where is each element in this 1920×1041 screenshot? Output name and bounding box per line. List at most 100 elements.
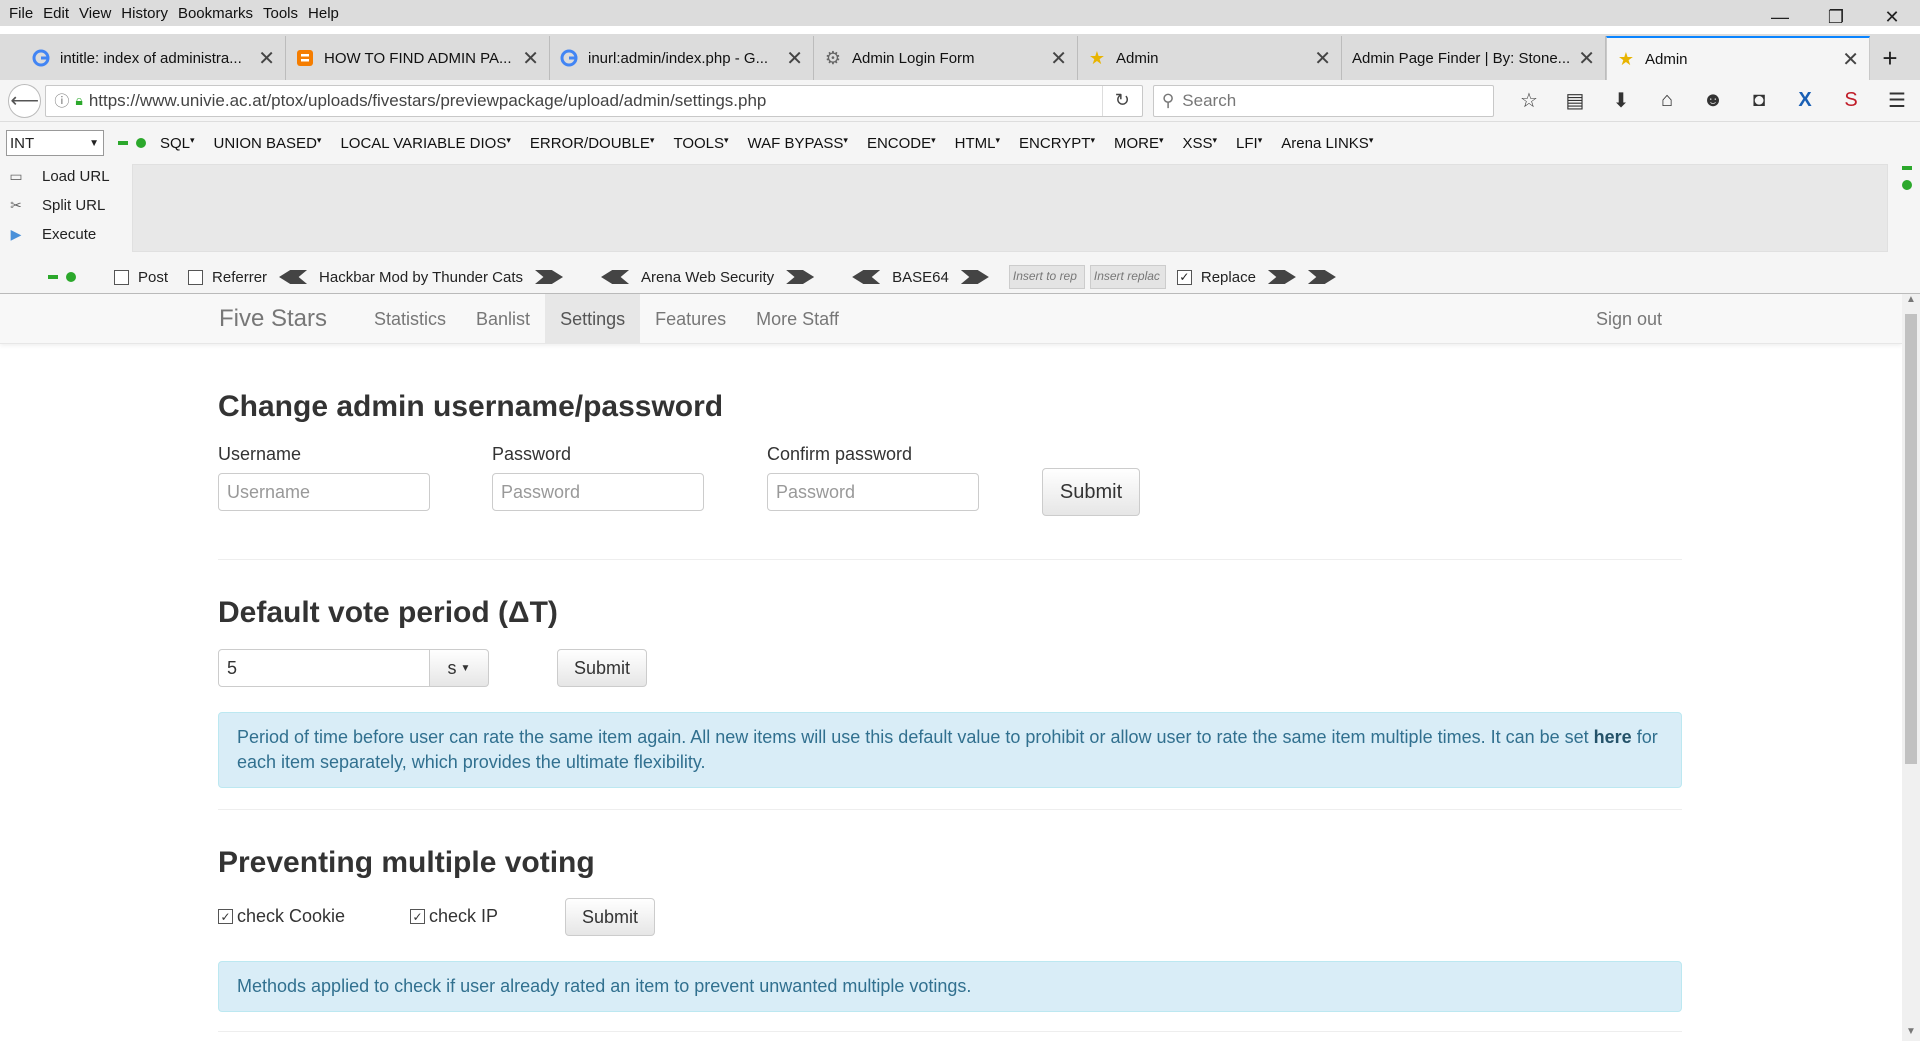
arrow-right-icon[interactable] (535, 270, 564, 284)
bookmark-star-icon[interactable]: ☆ (1506, 85, 1552, 117)
nav-statistics[interactable]: Statistics (359, 294, 461, 344)
sign-out-link[interactable]: Sign out (1596, 294, 1662, 344)
close-tab-icon[interactable]: ✕ (1314, 46, 1331, 71)
hb-menu-union[interactable]: UNION BASED (214, 135, 322, 152)
close-tab-icon[interactable]: ✕ (786, 46, 803, 71)
menu-file[interactable]: File (4, 5, 38, 22)
x-extension-icon[interactable]: X (1782, 85, 1828, 117)
close-tab-icon[interactable]: ✕ (522, 46, 539, 71)
hb-menu-local-variable[interactable]: LOCAL VARIABLE DIOS (340, 135, 510, 152)
back-icon[interactable]: ⟵ (8, 83, 42, 118)
reading-list-icon[interactable]: ▤ (1552, 85, 1598, 117)
insert-replace-input[interactable]: Insert replac (1089, 265, 1166, 289)
minus-icon[interactable] (1902, 166, 1912, 170)
plus-icon[interactable] (1902, 180, 1912, 190)
restore-icon[interactable]: ❐ (1808, 0, 1864, 34)
menu-view[interactable]: View (74, 5, 116, 22)
hb-menu-xss[interactable]: XSS (1183, 135, 1218, 152)
scroll-up-icon[interactable]: ▲ (1902, 294, 1920, 305)
split-url-button[interactable]: ✂ Split URL (6, 191, 110, 220)
check-ip-option[interactable]: ✓ check IP (410, 906, 498, 927)
shield-extension-icon[interactable]: S (1828, 85, 1874, 117)
hb-menu-more[interactable]: MORE (1114, 135, 1164, 152)
arrow-right-icon[interactable] (960, 270, 989, 284)
tab-admin-active[interactable]: ★ Admin ✕ (1606, 36, 1870, 80)
plus-icon[interactable] (136, 138, 146, 148)
info-icon[interactable]: ⓘ (54, 90, 69, 111)
type-select[interactable]: INT ▼ (6, 130, 104, 156)
close-tab-icon[interactable]: ✕ (1842, 47, 1859, 72)
hb-menu-html[interactable]: HTML (955, 135, 1000, 152)
here-link[interactable]: here (1594, 727, 1632, 747)
menu-edit[interactable]: Edit (38, 5, 74, 22)
nav-more-staff[interactable]: More Staff (741, 294, 854, 344)
tab-how-to-find-admin[interactable]: HOW TO FIND ADMIN PA... ✕ (286, 36, 550, 80)
nav-settings[interactable]: Settings (545, 294, 641, 344)
search-input[interactable]: ⚲ Search (1152, 84, 1494, 117)
close-window-icon[interactable]: ✕ (1864, 0, 1920, 34)
username-input[interactable]: Username (218, 473, 430, 511)
hb-menu-waf-bypass[interactable]: WAF BYPASS (748, 135, 848, 152)
hb-menu-encode[interactable]: ENCODE (867, 135, 936, 152)
close-tab-icon[interactable]: ✕ (1578, 46, 1595, 71)
hackbar-url-textarea[interactable] (132, 164, 1888, 252)
tab-inurl-search[interactable]: inurl:admin/index.php - G... ✕ (550, 36, 814, 80)
post-checkbox[interactable] (114, 269, 129, 285)
credentials-submit-button[interactable]: Submit (1042, 468, 1140, 516)
referrer-checkbox[interactable] (188, 269, 204, 285)
arrow-left-icon[interactable] (852, 270, 881, 284)
page-scrollbar[interactable]: ▲ ▼ (1902, 294, 1920, 1041)
insert-to-replace-input[interactable]: Insert to rep (1008, 265, 1085, 289)
reload-icon[interactable]: ↻ (1101, 85, 1142, 116)
vote-period-submit-button[interactable]: Submit (557, 649, 647, 687)
hamburger-menu-icon[interactable]: ☰ (1874, 85, 1920, 117)
tab-intitle-search[interactable]: intitle: index of administra... ✕ (22, 36, 286, 80)
arrow-right-icon[interactable] (786, 270, 815, 284)
menu-tools[interactable]: Tools (258, 5, 303, 22)
multiple-voting-submit-button[interactable]: Submit (565, 898, 655, 936)
arrow-right-icon[interactable] (1267, 270, 1296, 284)
home-icon[interactable]: ⌂ (1644, 85, 1690, 117)
new-tab-icon[interactable]: + (1870, 36, 1910, 80)
check-cookie-option[interactable]: ✓ check Cookie (218, 906, 345, 927)
check-ip-checkbox[interactable]: ✓ (410, 909, 425, 924)
password-input[interactable]: Password (492, 473, 704, 511)
load-url-button[interactable]: ▭ Load URL (6, 162, 109, 191)
url-text[interactable]: https://www.univie.ac.at/ptox/uploads/fi… (89, 91, 1102, 111)
minus-icon[interactable] (48, 275, 58, 279)
hb-menu-arena-links[interactable]: Arena LINKS (1281, 135, 1373, 152)
replace-checkbox[interactable]: ✓ (1176, 269, 1192, 285)
close-tab-icon[interactable]: ✕ (1050, 46, 1067, 71)
minus-icon[interactable] (118, 141, 128, 145)
tab-admin-login-form[interactable]: ⚙ Admin Login Form ✕ (814, 36, 1078, 80)
tab-admin-page-finder[interactable]: Admin Page Finder | By: Stone... ✕ (1342, 36, 1606, 80)
pocket-icon[interactable]: ◘ (1736, 85, 1782, 117)
menu-help[interactable]: Help (303, 5, 344, 22)
vote-period-unit-dropdown[interactable]: s ▼ (429, 649, 489, 687)
arrow-left-icon[interactable] (601, 270, 630, 284)
tab-admin[interactable]: ★ Admin ✕ (1078, 36, 1342, 80)
nav-features[interactable]: Features (640, 294, 741, 344)
minimize-icon[interactable]: — (1752, 0, 1808, 34)
hb-menu-tools[interactable]: TOOLS (673, 135, 728, 152)
confirm-password-input[interactable]: Password (767, 473, 979, 511)
menu-history[interactable]: History (116, 5, 173, 22)
plus-icon[interactable] (66, 272, 76, 282)
site-brand[interactable]: Five Stars (219, 294, 327, 344)
check-cookie-checkbox[interactable]: ✓ (218, 909, 233, 924)
scrollbar-thumb[interactable] (1905, 314, 1917, 764)
close-tab-icon[interactable]: ✕ (258, 46, 275, 71)
arrow-right-icon[interactable] (1307, 270, 1336, 284)
menu-bookmarks[interactable]: Bookmarks (173, 5, 258, 22)
hb-menu-encrypt[interactable]: ENCRYPT (1019, 135, 1095, 152)
download-icon[interactable]: ⬇ (1598, 85, 1644, 117)
arrow-left-icon[interactable] (279, 270, 308, 284)
url-bar[interactable]: ⓘ 🔒︎ https://www.univie.ac.at/ptox/uploa… (45, 84, 1143, 117)
scroll-down-icon[interactable]: ▼ (1902, 1026, 1920, 1037)
execute-button[interactable]: ▶ Execute (6, 220, 110, 249)
hb-menu-lfi[interactable]: LFI (1236, 135, 1262, 152)
vote-period-input[interactable]: 5 (218, 649, 430, 687)
hb-menu-error-double[interactable]: ERROR/DOUBLE (530, 135, 655, 152)
hb-menu-sql[interactable]: SQL (160, 135, 195, 152)
nav-banlist[interactable]: Banlist (461, 294, 545, 344)
